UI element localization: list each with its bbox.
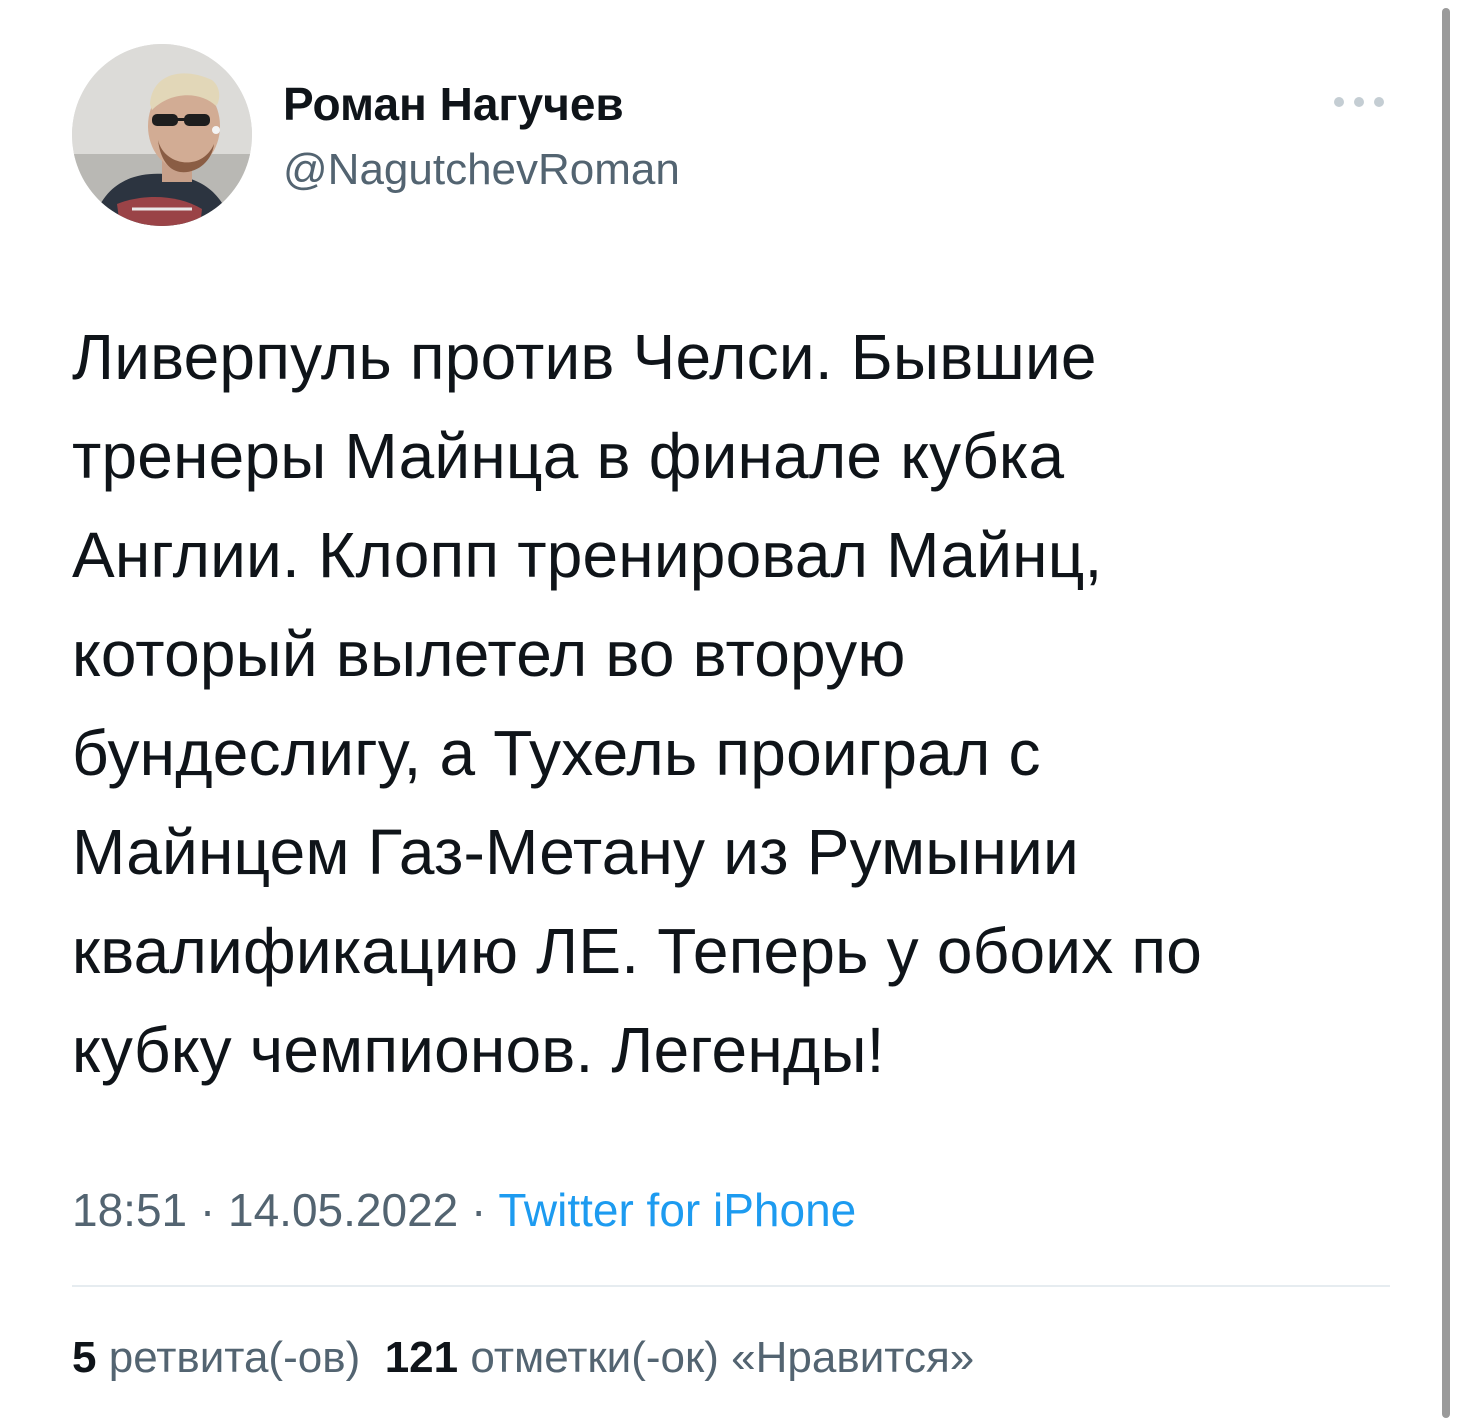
tweet-source-link[interactable]: Twitter for iPhone: [498, 1184, 856, 1236]
likes-stat[interactable]: 121 отметки(-ок) «Нравится»: [385, 1333, 975, 1382]
author-name[interactable]: Роман Нагучев: [283, 78, 624, 130]
retweets-count: 5: [72, 1333, 97, 1382]
tweet-time[interactable]: 18:51: [72, 1184, 187, 1236]
tweet-text: Ливерпуль против Челси. Бывшие тренеры М…: [72, 321, 1203, 1086]
scrollbar[interactable]: [1442, 8, 1450, 1418]
tweet-stats: 5 ретвита(-ов) 121 отметки(-ок) «Нравитс…: [72, 1330, 974, 1386]
author-handle[interactable]: @NagutchevRoman: [283, 144, 680, 196]
more-horizontal-icon: [1334, 97, 1384, 107]
avatar-photo: [72, 44, 252, 226]
retweets-label: ретвита(-ов): [108, 1333, 361, 1382]
avatar[interactable]: [72, 44, 252, 226]
more-options-button[interactable]: [1326, 86, 1392, 118]
likes-label: отметки(-ок) «Нравится»: [470, 1333, 975, 1382]
divider: [72, 1285, 1390, 1287]
meta-separator: ·: [187, 1184, 229, 1236]
tweet-meta: 18:51 · 14.05.2022 · Twitter for iPhone: [72, 1180, 856, 1240]
retweets-stat[interactable]: 5 ретвита(-ов): [72, 1333, 360, 1382]
likes-count: 121: [384, 1333, 459, 1382]
meta-separator: ·: [458, 1184, 499, 1236]
tweet-date[interactable]: 14.05.2022: [228, 1184, 458, 1236]
